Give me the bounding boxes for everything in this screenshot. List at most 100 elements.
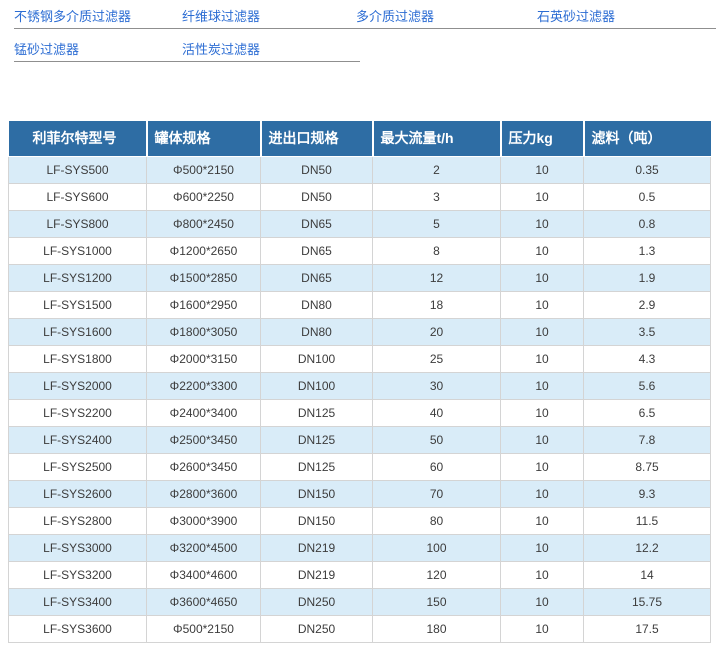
- table-cell: 10: [501, 156, 584, 183]
- table-row: LF-SYS1800Φ2000*3150DN10025104.3: [9, 345, 711, 372]
- table-header: 利菲尔特型号罐体规格进出口规格最大流量t/h压力kg滤料（吨）: [9, 121, 711, 156]
- table-cell: Φ3400*4600: [147, 561, 261, 588]
- table-cell: DN80: [261, 318, 373, 345]
- table-cell: 7.8: [584, 426, 711, 453]
- column-header: 滤料（吨）: [584, 121, 711, 156]
- table-cell: LF-SYS3600: [9, 615, 147, 642]
- column-header: 罐体规格: [147, 121, 261, 156]
- table-cell: LF-SYS3000: [9, 534, 147, 561]
- table-cell: Φ2000*3150: [147, 345, 261, 372]
- table-cell: LF-SYS2000: [9, 372, 147, 399]
- table-cell: 100: [373, 534, 501, 561]
- table-cell: 150: [373, 588, 501, 615]
- table-cell: 10: [501, 345, 584, 372]
- nav-link-stainless-steel-multimedia-filter[interactable]: 不锈钢多介质过滤器: [14, 6, 182, 25]
- table-cell: 8.75: [584, 453, 711, 480]
- table-cell: 10: [501, 237, 584, 264]
- table-cell: 10: [501, 399, 584, 426]
- table-cell: DN100: [261, 372, 373, 399]
- table-cell: 0.5: [584, 183, 711, 210]
- table-cell: 120: [373, 561, 501, 588]
- table-cell: LF-SYS2600: [9, 480, 147, 507]
- table-cell: 5.6: [584, 372, 711, 399]
- table-cell: 1.9: [584, 264, 711, 291]
- table-cell: 1.3: [584, 237, 711, 264]
- table-row: LF-SYS2800Φ3000*3900DN150801011.5: [9, 507, 711, 534]
- table-cell: LF-SYS2800: [9, 507, 147, 534]
- table-cell: 10: [501, 291, 584, 318]
- table-cell: Φ1600*2950: [147, 291, 261, 318]
- table-cell: Φ2400*3400: [147, 399, 261, 426]
- table-cell: 12: [373, 264, 501, 291]
- nav-link-fiber-ball-filter[interactable]: 纤维球过滤器: [182, 6, 356, 25]
- table-cell: DN50: [261, 156, 373, 183]
- table-cell: 3: [373, 183, 501, 210]
- table-cell: 10: [501, 534, 584, 561]
- table-cell: DN150: [261, 480, 373, 507]
- table-row: LF-SYS3200Φ3400*4600DN2191201014: [9, 561, 711, 588]
- table-cell: Φ2500*3450: [147, 426, 261, 453]
- table-cell: LF-SYS800: [9, 210, 147, 237]
- table-cell: Φ3600*4650: [147, 588, 261, 615]
- table-cell: 2: [373, 156, 501, 183]
- nav-link-multimedia-filter[interactable]: 多介质过滤器: [356, 6, 537, 25]
- table-row: LF-SYS500Φ500*2150DN502100.35: [9, 156, 711, 183]
- nav-divider-bottom: [14, 61, 360, 62]
- table-row: LF-SYS800Φ800*2450DN655100.8: [9, 210, 711, 237]
- table-cell: 10: [501, 507, 584, 534]
- table-cell: 11.5: [584, 507, 711, 534]
- table-cell: Φ1200*2650: [147, 237, 261, 264]
- table-cell: DN250: [261, 615, 373, 642]
- table-cell: 15.75: [584, 588, 711, 615]
- table-cell: Φ600*2250: [147, 183, 261, 210]
- table-cell: 30: [373, 372, 501, 399]
- table-cell: DN80: [261, 291, 373, 318]
- table-cell: 3.5: [584, 318, 711, 345]
- table-cell: LF-SYS2400: [9, 426, 147, 453]
- table-row: LF-SYS1000Φ1200*2650DN658101.3: [9, 237, 711, 264]
- table-cell: 10: [501, 318, 584, 345]
- table-cell: 4.3: [584, 345, 711, 372]
- table-cell: DN100: [261, 345, 373, 372]
- nav-link-manganese-sand-filter[interactable]: 锰砂过滤器: [14, 39, 182, 58]
- column-header: 进出口规格: [261, 121, 373, 156]
- table-cell: Φ1500*2850: [147, 264, 261, 291]
- nav-link-quartz-sand-filter[interactable]: 石英砂过滤器: [537, 6, 717, 25]
- nav-divider-top: [14, 28, 716, 29]
- table-cell: Φ3000*3900: [147, 507, 261, 534]
- product-nav: 不锈钢多介质过滤器 纤维球过滤器 多介质过滤器 石英砂过滤器 锰砂过滤器 活性炭…: [0, 0, 717, 62]
- table-row: LF-SYS3400Φ3600*4650DN2501501015.75: [9, 588, 711, 615]
- table-row: LF-SYS1600Φ1800*3050DN8020103.5: [9, 318, 711, 345]
- table-cell: DN150: [261, 507, 373, 534]
- nav-row-2: 锰砂过滤器 活性炭过滤器: [0, 39, 717, 56]
- table-cell: 10: [501, 615, 584, 642]
- column-header: 利菲尔特型号: [9, 121, 147, 156]
- table-cell: 20: [373, 318, 501, 345]
- nav-link-activated-carbon-filter[interactable]: 活性炭过滤器: [182, 39, 356, 58]
- table-cell: 9.3: [584, 480, 711, 507]
- table-row: LF-SYS3600Φ500*2150DN2501801017.5: [9, 615, 711, 642]
- table-cell: DN219: [261, 534, 373, 561]
- table-cell: DN125: [261, 399, 373, 426]
- table-cell: DN125: [261, 426, 373, 453]
- table-cell: LF-SYS1500: [9, 291, 147, 318]
- table-cell: 10: [501, 426, 584, 453]
- table-cell: 40: [373, 399, 501, 426]
- table-cell: 10: [501, 210, 584, 237]
- table-cell: 14: [584, 561, 711, 588]
- table-cell: Φ3200*4500: [147, 534, 261, 561]
- table-cell: LF-SYS1600: [9, 318, 147, 345]
- nav-row-1: 不锈钢多介质过滤器 纤维球过滤器 多介质过滤器 石英砂过滤器: [0, 6, 717, 23]
- table-cell: 10: [501, 561, 584, 588]
- table-cell: 60: [373, 453, 501, 480]
- table-cell: 50: [373, 426, 501, 453]
- table-cell: LF-SYS1200: [9, 264, 147, 291]
- table-cell: 12.2: [584, 534, 711, 561]
- table-cell: 8: [373, 237, 501, 264]
- table-cell: LF-SYS500: [9, 156, 147, 183]
- table-cell: LF-SYS2200: [9, 399, 147, 426]
- table-cell: DN250: [261, 588, 373, 615]
- table-cell: 5: [373, 210, 501, 237]
- table-cell: LF-SYS1000: [9, 237, 147, 264]
- table-cell: Φ1800*3050: [147, 318, 261, 345]
